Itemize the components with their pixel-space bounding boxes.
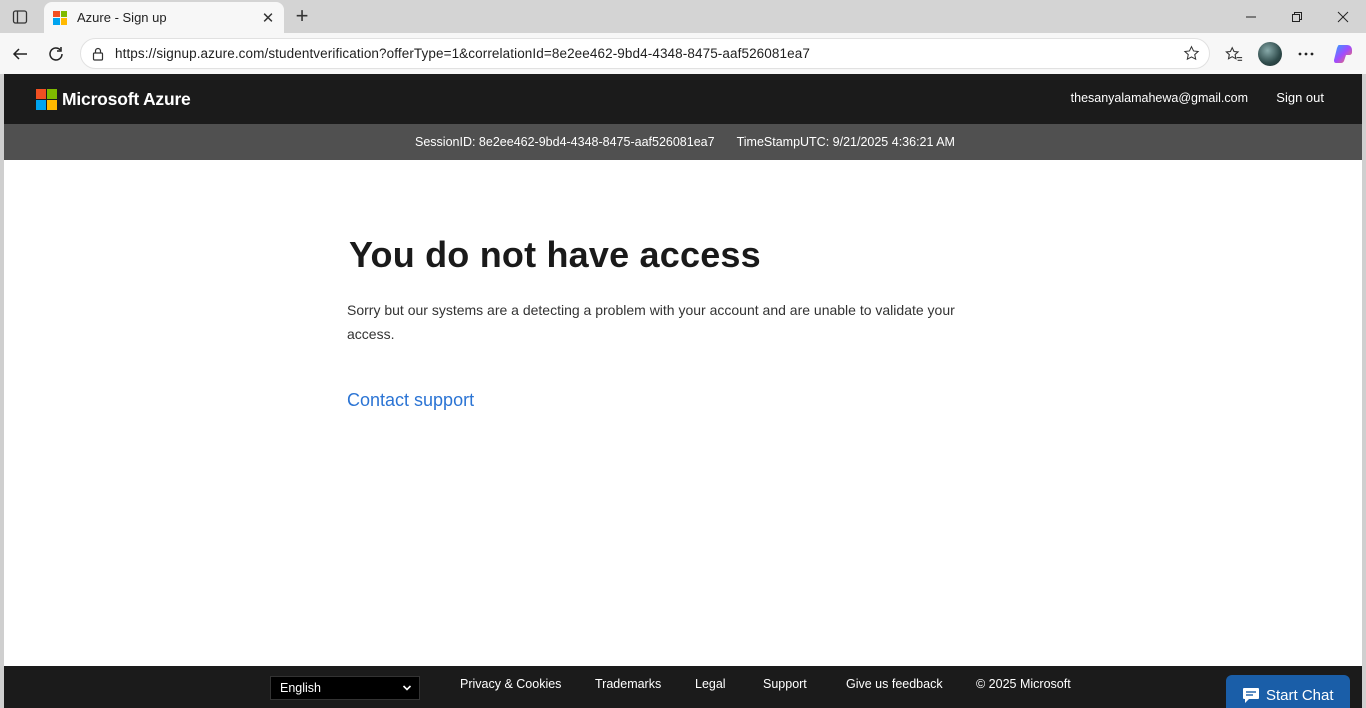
- web-page: Microsoft Azure thesanyalamahewa@gmail.c…: [4, 74, 1362, 708]
- chat-bubble-icon: [1243, 687, 1259, 703]
- microsoft-logo-icon: [36, 89, 57, 110]
- tab-title: Azure - Sign up: [77, 10, 167, 25]
- restore-icon[interactable]: [1274, 0, 1320, 33]
- favorites-icon[interactable]: [1221, 41, 1247, 67]
- browser-tab-bar: Azure - Sign up ✕ +: [0, 0, 1366, 33]
- browser-toolbar: https://signup.azure.com/studentverifica…: [0, 33, 1366, 74]
- close-tab-icon[interactable]: ✕: [258, 8, 278, 28]
- start-chat-button[interactable]: Start Chat: [1226, 675, 1350, 708]
- more-options-icon[interactable]: [1293, 41, 1319, 67]
- session-info-bar: SessionID: 8e2ee462-9bd4-4348-8475-aaf52…: [4, 124, 1362, 160]
- error-message: Sorry but our systems are a detecting a …: [347, 302, 955, 342]
- site-header: Microsoft Azure thesanyalamahewa@gmail.c…: [4, 74, 1362, 124]
- copilot-icon[interactable]: [1330, 41, 1356, 67]
- footer-link-trademarks[interactable]: Trademarks: [595, 677, 661, 691]
- session-id: SessionID: 8e2ee462-9bd4-4348-8475-aaf52…: [415, 135, 715, 149]
- sign-out-link[interactable]: Sign out: [1276, 90, 1324, 105]
- favorite-star-icon[interactable]: [1173, 45, 1209, 62]
- back-icon[interactable]: [7, 41, 33, 67]
- footer-link-legal[interactable]: Legal: [695, 677, 726, 691]
- main-content: You do not have access Sorry but our sys…: [347, 234, 987, 411]
- refresh-icon[interactable]: [43, 41, 69, 67]
- language-selected: English: [280, 681, 321, 695]
- page-title: You do not have access: [349, 234, 761, 275]
- footer-link-support[interactable]: Support: [763, 677, 807, 691]
- microsoft-logo-icon: [53, 10, 67, 25]
- footer-link-feedback[interactable]: Give us feedback: [846, 677, 943, 691]
- profile-avatar[interactable]: [1257, 41, 1283, 67]
- url-text: https://signup.azure.com/studentverifica…: [115, 46, 810, 61]
- close-window-icon[interactable]: [1320, 0, 1366, 33]
- chevron-down-icon: [402, 682, 412, 696]
- site-info-icon[interactable]: [81, 47, 115, 61]
- contact-support-link[interactable]: Contact support: [347, 390, 474, 411]
- start-chat-label: Start Chat: [1266, 686, 1334, 704]
- address-bar[interactable]: https://signup.azure.com/studentverifica…: [80, 38, 1210, 69]
- timestamp: TimeStampUTC: 9/21/2025 4:36:21 AM: [736, 135, 955, 149]
- minimize-icon[interactable]: [1228, 0, 1274, 33]
- user-email: thesanyalamahewa@gmail.com: [1070, 91, 1248, 105]
- microsoft-azure-logo[interactable]: Microsoft Azure: [36, 89, 191, 110]
- language-select[interactable]: English: [270, 676, 420, 700]
- footer-link-privacy[interactable]: Privacy & Cookies: [460, 677, 561, 691]
- new-tab-icon[interactable]: +: [290, 3, 314, 28]
- site-footer: English Privacy & Cookies Trademarks Leg…: [4, 666, 1362, 708]
- brand-name: Microsoft Azure: [62, 89, 191, 109]
- browser-tab[interactable]: Azure - Sign up ✕: [44, 2, 284, 33]
- copyright: © 2025 Microsoft: [976, 677, 1071, 691]
- tab-actions-icon[interactable]: [8, 6, 32, 28]
